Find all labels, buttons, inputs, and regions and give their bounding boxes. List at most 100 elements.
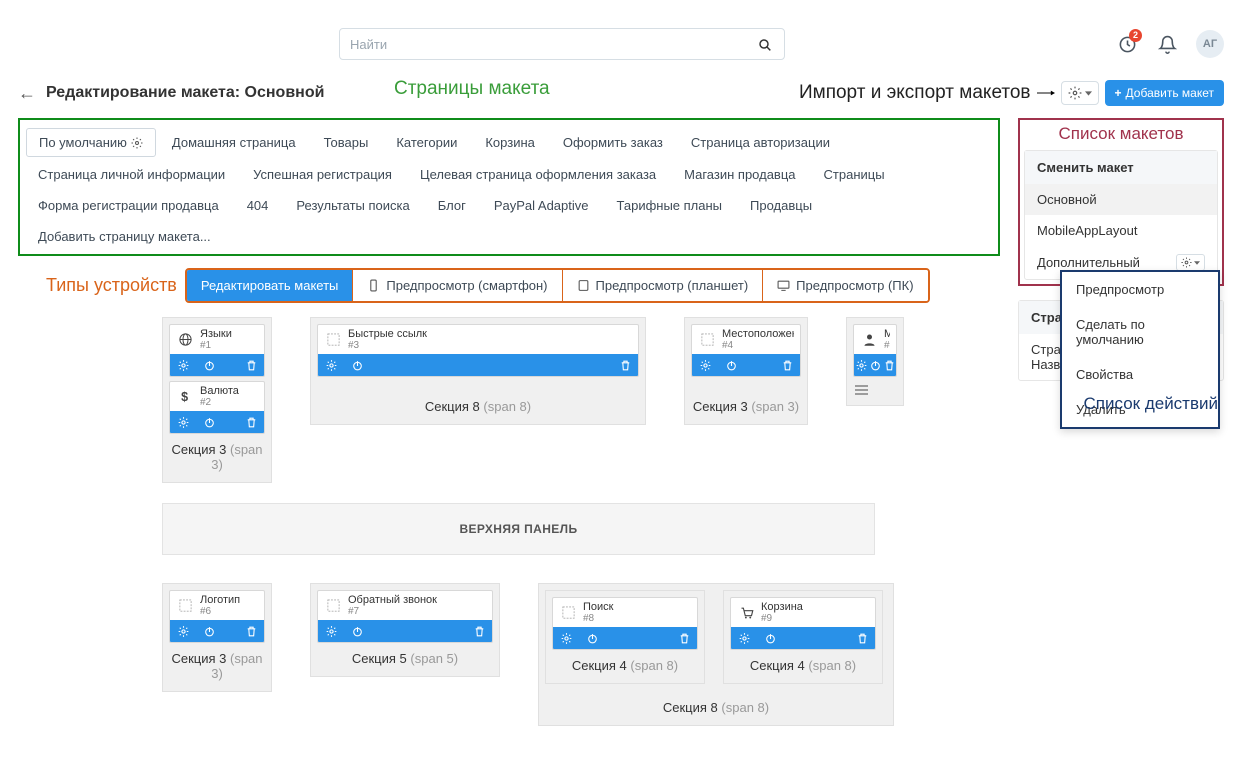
block-power-button[interactable] [757, 627, 783, 649]
layout-page-tab[interactable]: Корзина [473, 128, 547, 157]
add-layout-button[interactable]: + Добавить макет [1105, 80, 1224, 106]
block-actions [692, 354, 800, 376]
dropdown-item[interactable]: Свойства [1062, 357, 1218, 392]
layout-section[interactable]: Быстрые ссылк#3 Секция 8 (span 8) [310, 317, 646, 425]
block-power-button[interactable] [718, 354, 744, 376]
back-button[interactable]: ← [18, 83, 36, 104]
layout-list-item[interactable]: Основной [1025, 184, 1217, 215]
layout-page-tab[interactable]: По умолчанию [26, 128, 156, 157]
layout-page-tab[interactable]: Добавить страницу макета... [26, 223, 223, 250]
layout-section[interactable]: Мой пр#5 [846, 317, 904, 406]
layout-page-tab[interactable]: Успешная регистрация [241, 161, 404, 188]
trash-icon [883, 359, 896, 372]
power-icon [351, 359, 364, 372]
device-tab[interactable]: Редактировать макеты [187, 270, 353, 301]
layout-page-tab[interactable]: Страницы [812, 161, 897, 188]
block-header: Местоположение г#4 [692, 325, 800, 354]
layout-list-item[interactable]: MobileAppLayout [1025, 215, 1217, 246]
layout-block[interactable]: Поиск#8 [552, 597, 698, 650]
block-trash-button[interactable] [882, 354, 896, 376]
layout-page-tab[interactable]: Целевая страница оформления заказа [408, 161, 668, 188]
block-power-button[interactable] [196, 620, 222, 642]
layout-item-menu-button[interactable] [1176, 254, 1205, 271]
block-power-button[interactable] [344, 354, 370, 376]
layout-page-tab[interactable]: Магазин продавца [672, 161, 807, 188]
layout-section[interactable]: Обратный звонок#7 Секция 5 (span 5) [310, 583, 500, 677]
block-gear-button[interactable] [731, 627, 757, 649]
device-tab[interactable]: Предпросмотр (ПК) [762, 270, 927, 301]
block-gear-button[interactable] [692, 354, 718, 376]
topbar-actions: 2 АГ [1116, 30, 1224, 58]
power-icon [869, 359, 882, 372]
layout-block[interactable]: Логотип#6 [169, 590, 265, 643]
user-avatar[interactable]: АГ [1196, 30, 1224, 58]
import-export-button[interactable] [1061, 81, 1099, 105]
layout-block[interactable]: Корзина#9 [730, 597, 876, 650]
block-trash-button[interactable] [849, 627, 875, 649]
layout-page-tab[interactable]: Результаты поиска [284, 192, 421, 219]
layout-block[interactable]: Обратный звонок#7 [317, 590, 493, 643]
block-power-button[interactable] [196, 411, 222, 433]
layout-name: Основной [1037, 192, 1097, 207]
layout-block[interactable]: Мой пр#5 [853, 324, 897, 377]
layout-page-tab[interactable]: Блог [426, 192, 478, 219]
block-power-button[interactable] [344, 620, 370, 642]
block-title: Мой пр [884, 328, 890, 340]
block-power-button[interactable] [579, 627, 605, 649]
title-row: ← Редактирование макета: Основной Страни… [0, 74, 1242, 118]
block-trash-button[interactable] [238, 411, 264, 433]
layout-page-tab[interactable]: Категории [384, 128, 469, 157]
block-gear-button[interactable] [318, 620, 344, 642]
layout-page-tab[interactable]: PayPal Adaptive [482, 192, 601, 219]
layout-section[interactable]: Поиск#8 Секция 4 (span 8) Корзина#9 Секц… [538, 583, 894, 726]
block-number: #3 [348, 340, 632, 351]
layouts-panel-title: Сменить макет [1025, 151, 1217, 184]
layout-page-tab[interactable]: Оформить заказ [551, 128, 675, 157]
block-trash-button[interactable] [612, 354, 638, 376]
block-title: Языки [200, 328, 258, 340]
dropdown-item[interactable]: Предпросмотр [1062, 272, 1218, 307]
block-power-button[interactable] [196, 354, 222, 376]
block-gear-button[interactable] [170, 620, 196, 642]
bell-button[interactable] [1156, 33, 1178, 55]
block-power-button[interactable] [868, 354, 882, 376]
search-button[interactable] [757, 34, 779, 56]
layout-page-tab[interactable]: Тарифные планы [605, 192, 735, 219]
device-tab[interactable]: Предпросмотр (планшет) [562, 270, 763, 301]
block-icon-wrap [176, 597, 194, 615]
device-tab[interactable]: Предпросмотр (смартфон) [352, 270, 561, 301]
dropdown-item[interactable]: Сделать по умолчанию [1062, 307, 1218, 357]
layout-block[interactable]: $Валюта#2 [169, 381, 265, 434]
gear-icon [131, 137, 143, 149]
layout-block[interactable]: Языки#1 [169, 324, 265, 377]
block-gear-button[interactable] [854, 354, 868, 376]
layout-page-tab[interactable]: 404 [235, 192, 281, 219]
gear-icon [855, 359, 868, 372]
block-gear-button[interactable] [170, 411, 196, 433]
layout-page-tab[interactable]: Страница личной информации [26, 161, 237, 188]
layout-section[interactable]: Корзина#9 Секция 4 (span 8) [723, 590, 883, 684]
layout-name: Дополнительный [1037, 255, 1140, 270]
block-trash-button[interactable] [238, 620, 264, 642]
layout-section[interactable]: Логотип#6 Секция 3 (span 3) [162, 583, 272, 692]
activity-button[interactable]: 2 [1116, 33, 1138, 55]
layout-page-tab[interactable]: Страница авторизации [679, 128, 842, 157]
layout-page-tab[interactable]: Товары [312, 128, 381, 157]
layout-block[interactable]: Местоположение г#4 [691, 324, 801, 377]
layout-page-tab[interactable]: Продавцы [738, 192, 824, 219]
block-trash-button[interactable] [466, 620, 492, 642]
block-trash-button[interactable] [238, 354, 264, 376]
layout-section[interactable]: Поиск#8 Секция 4 (span 8) [545, 590, 705, 684]
block-gear-button[interactable] [318, 354, 344, 376]
layout-page-tab[interactable]: Домашняя страница [160, 128, 308, 157]
block-gear-button[interactable] [170, 354, 196, 376]
layout-block[interactable]: Быстрые ссылк#3 [317, 324, 639, 377]
globe-icon [178, 332, 193, 347]
layout-section[interactable]: Языки#1$Валюта#2 Секция 3 (span 3) [162, 317, 272, 483]
layout-page-tab[interactable]: Форма регистрации продавца [26, 192, 231, 219]
block-trash-button[interactable] [774, 354, 800, 376]
block-trash-button[interactable] [671, 627, 697, 649]
layout-section[interactable]: Местоположение г#4 Секция 3 (span 3) [684, 317, 808, 425]
search-input[interactable] [339, 28, 785, 60]
block-gear-button[interactable] [553, 627, 579, 649]
